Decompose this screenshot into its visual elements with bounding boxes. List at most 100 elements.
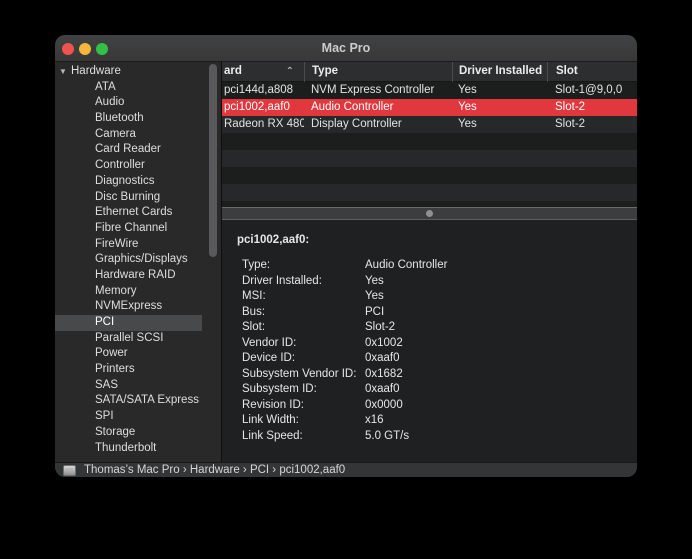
detail-property-row: Subsystem Vendor ID: 0x1682 xyxy=(242,367,629,383)
property-label: Link Width: xyxy=(242,413,365,429)
cell-type: Audio Controller xyxy=(304,99,452,116)
window-title: Mac Pro xyxy=(55,35,637,62)
disclosure-triangle-icon[interactable]: ▼ xyxy=(59,64,67,80)
sidebar-item-ethernet-cards[interactable]: Ethernet Cards xyxy=(55,205,221,221)
cell-driver-installed: Yes xyxy=(452,116,547,133)
title-bar[interactable]: Mac Pro xyxy=(55,35,637,62)
detail-property-row: Link Width: x16 xyxy=(242,413,629,429)
sidebar-item-audio[interactable]: Audio xyxy=(55,95,221,111)
property-value: x16 xyxy=(365,413,629,429)
sidebar-item-controller[interactable]: Controller xyxy=(55,158,221,174)
detail-properties: Type: Audio Controller Driver Installed:… xyxy=(242,258,629,444)
detail-property-row: Device ID: 0xaaf0 xyxy=(242,351,629,367)
sidebar-item-spi[interactable]: SPI xyxy=(55,409,221,425)
pane-splitter[interactable] xyxy=(222,207,637,220)
property-label: Subsystem Vendor ID: xyxy=(242,367,365,383)
detail-property-row: Bus: PCI xyxy=(242,305,629,321)
sidebar-item-sas[interactable]: SAS xyxy=(55,378,221,394)
sidebar: ▼ Hardware ATA Audio Bluetooth Camera Ca… xyxy=(55,62,221,462)
detail-property-row: Slot: Slot-2 xyxy=(242,320,629,336)
cell-driver-installed: Yes xyxy=(452,82,547,99)
table-row[interactable]: pci144d,a808 NVM Express Controller Yes … xyxy=(222,82,637,99)
sidebar-item-disc-burning[interactable]: Disc Burning xyxy=(55,190,221,206)
table-header: ard ⌃ Type Driver Installed Slot xyxy=(222,62,637,82)
detail-property-row: Link Speed: 5.0 GT/s xyxy=(242,429,629,445)
status-bar: Thomas’s Mac Pro › Hardware › PCI › pci1… xyxy=(55,462,637,477)
property-value: Yes xyxy=(365,274,629,290)
sidebar-item-parallel-scsi[interactable]: Parallel SCSI xyxy=(55,331,221,347)
property-value: 5.0 GT/s xyxy=(365,429,629,445)
sidebar-item-bluetooth[interactable]: Bluetooth xyxy=(55,111,221,127)
sidebar-scrollbar-thumb[interactable] xyxy=(209,64,217,257)
sidebar-item-ata[interactable]: ATA xyxy=(55,80,221,96)
sidebar-item-sata-express[interactable]: SATA/SATA Express xyxy=(55,393,221,409)
property-value: 0xaaf0 xyxy=(365,382,629,398)
property-value: 0x1002 xyxy=(365,336,629,352)
column-header-card[interactable]: ard ⌃ xyxy=(222,62,304,82)
table-row-selected[interactable]: pci1002,aaf0 Audio Controller Yes Slot-2 xyxy=(222,99,637,116)
breadcrumb: Thomas’s Mac Pro › Hardware › PCI › pci1… xyxy=(84,463,345,477)
desktop-background: Mac Pro ▼ Hardware ATA Audio Bluetooth C… xyxy=(0,0,692,559)
property-value: 0x0000 xyxy=(365,398,629,414)
property-value: Yes xyxy=(365,289,629,305)
column-header-type[interactable]: Type xyxy=(304,62,452,82)
device-detail-pane: pci1002,aaf0: Type: Audio Controller Dri… xyxy=(222,220,637,462)
system-information-window: Mac Pro ▼ Hardware ATA Audio Bluetooth C… xyxy=(55,35,637,477)
sort-ascending-icon: ⌃ xyxy=(286,62,294,81)
sidebar-item-pci[interactable]: PCI xyxy=(55,315,202,331)
detail-property-row: Subsystem ID: 0xaaf0 xyxy=(242,382,629,398)
sidebar-item-card-reader[interactable]: Card Reader xyxy=(55,142,221,158)
column-header-card-label: ard xyxy=(224,65,242,77)
property-value: 0xaaf0 xyxy=(365,351,629,367)
cell-slot: Slot-2 xyxy=(547,99,637,116)
property-label: Slot: xyxy=(242,320,365,336)
sidebar-item-memory[interactable]: Memory xyxy=(55,284,221,300)
property-label: MSI: xyxy=(242,289,365,305)
cell-slot: Slot-2 xyxy=(547,116,637,133)
detail-property-row: Driver Installed: Yes xyxy=(242,274,629,290)
cell-card: pci144d,a808 xyxy=(222,82,304,99)
sidebar-item-firewire[interactable]: FireWire xyxy=(55,237,221,253)
property-label: Bus: xyxy=(242,305,365,321)
sidebar-item-nvmexpress[interactable]: NVMExpress xyxy=(55,299,221,315)
sidebar-item-hardware-raid[interactable]: Hardware RAID xyxy=(55,268,221,284)
detail-title: pci1002,aaf0: xyxy=(237,234,309,246)
empty-table-stripes xyxy=(222,133,637,210)
property-label: Driver Installed: xyxy=(242,274,365,290)
column-header-driver-installed[interactable]: Driver Installed xyxy=(452,62,547,82)
sidebar-root-label: Hardware xyxy=(71,65,121,77)
sidebar-item-printers[interactable]: Printers xyxy=(55,362,221,378)
sidebar-item-diagnostics[interactable]: Diagnostics xyxy=(55,174,221,190)
sidebar-tree: ▼ Hardware ATA Audio Bluetooth Camera Ca… xyxy=(55,64,221,456)
sidebar-item-graphics-displays[interactable]: Graphics/Displays xyxy=(55,252,221,268)
cell-driver-installed: Yes xyxy=(452,99,547,116)
property-label: Vendor ID: xyxy=(242,336,365,352)
detail-property-row: Revision ID: 0x0000 xyxy=(242,398,629,414)
sidebar-item-power[interactable]: Power xyxy=(55,346,221,362)
sidebar-item-hardware[interactable]: ▼ Hardware xyxy=(55,64,221,80)
mac-pro-icon xyxy=(63,465,76,476)
detail-property-row: MSI: Yes xyxy=(242,289,629,305)
sidebar-item-thunderbolt[interactable]: Thunderbolt xyxy=(55,441,221,457)
cell-type: NVM Express Controller xyxy=(304,82,452,99)
property-label: Subsystem ID: xyxy=(242,382,365,398)
property-value: PCI xyxy=(365,305,629,321)
property-value: Audio Controller xyxy=(365,258,629,274)
splitter-handle-icon xyxy=(426,210,433,217)
cell-slot: Slot-1@9,0,0 xyxy=(547,82,637,99)
sidebar-item-camera[interactable]: Camera xyxy=(55,127,221,143)
table-row[interactable]: Radeon RX 480 Display Controller Yes Slo… xyxy=(222,116,637,133)
cell-type: Display Controller xyxy=(304,116,452,133)
property-label: Revision ID: xyxy=(242,398,365,414)
cell-card: pci1002,aaf0 xyxy=(222,99,304,116)
property-value: 0x1682 xyxy=(365,367,629,383)
property-label: Link Speed: xyxy=(242,429,365,445)
property-label: Type: xyxy=(242,258,365,274)
property-value: Slot-2 xyxy=(365,320,629,336)
sidebar-item-storage[interactable]: Storage xyxy=(55,425,221,441)
sidebar-item-fibre-channel[interactable]: Fibre Channel xyxy=(55,221,221,237)
pci-device-table: ard ⌃ Type Driver Installed Slot pci144d… xyxy=(222,62,637,210)
column-header-slot[interactable]: Slot xyxy=(547,62,637,82)
detail-property-row: Type: Audio Controller xyxy=(242,258,629,274)
detail-property-row: Vendor ID: 0x1002 xyxy=(242,336,629,352)
